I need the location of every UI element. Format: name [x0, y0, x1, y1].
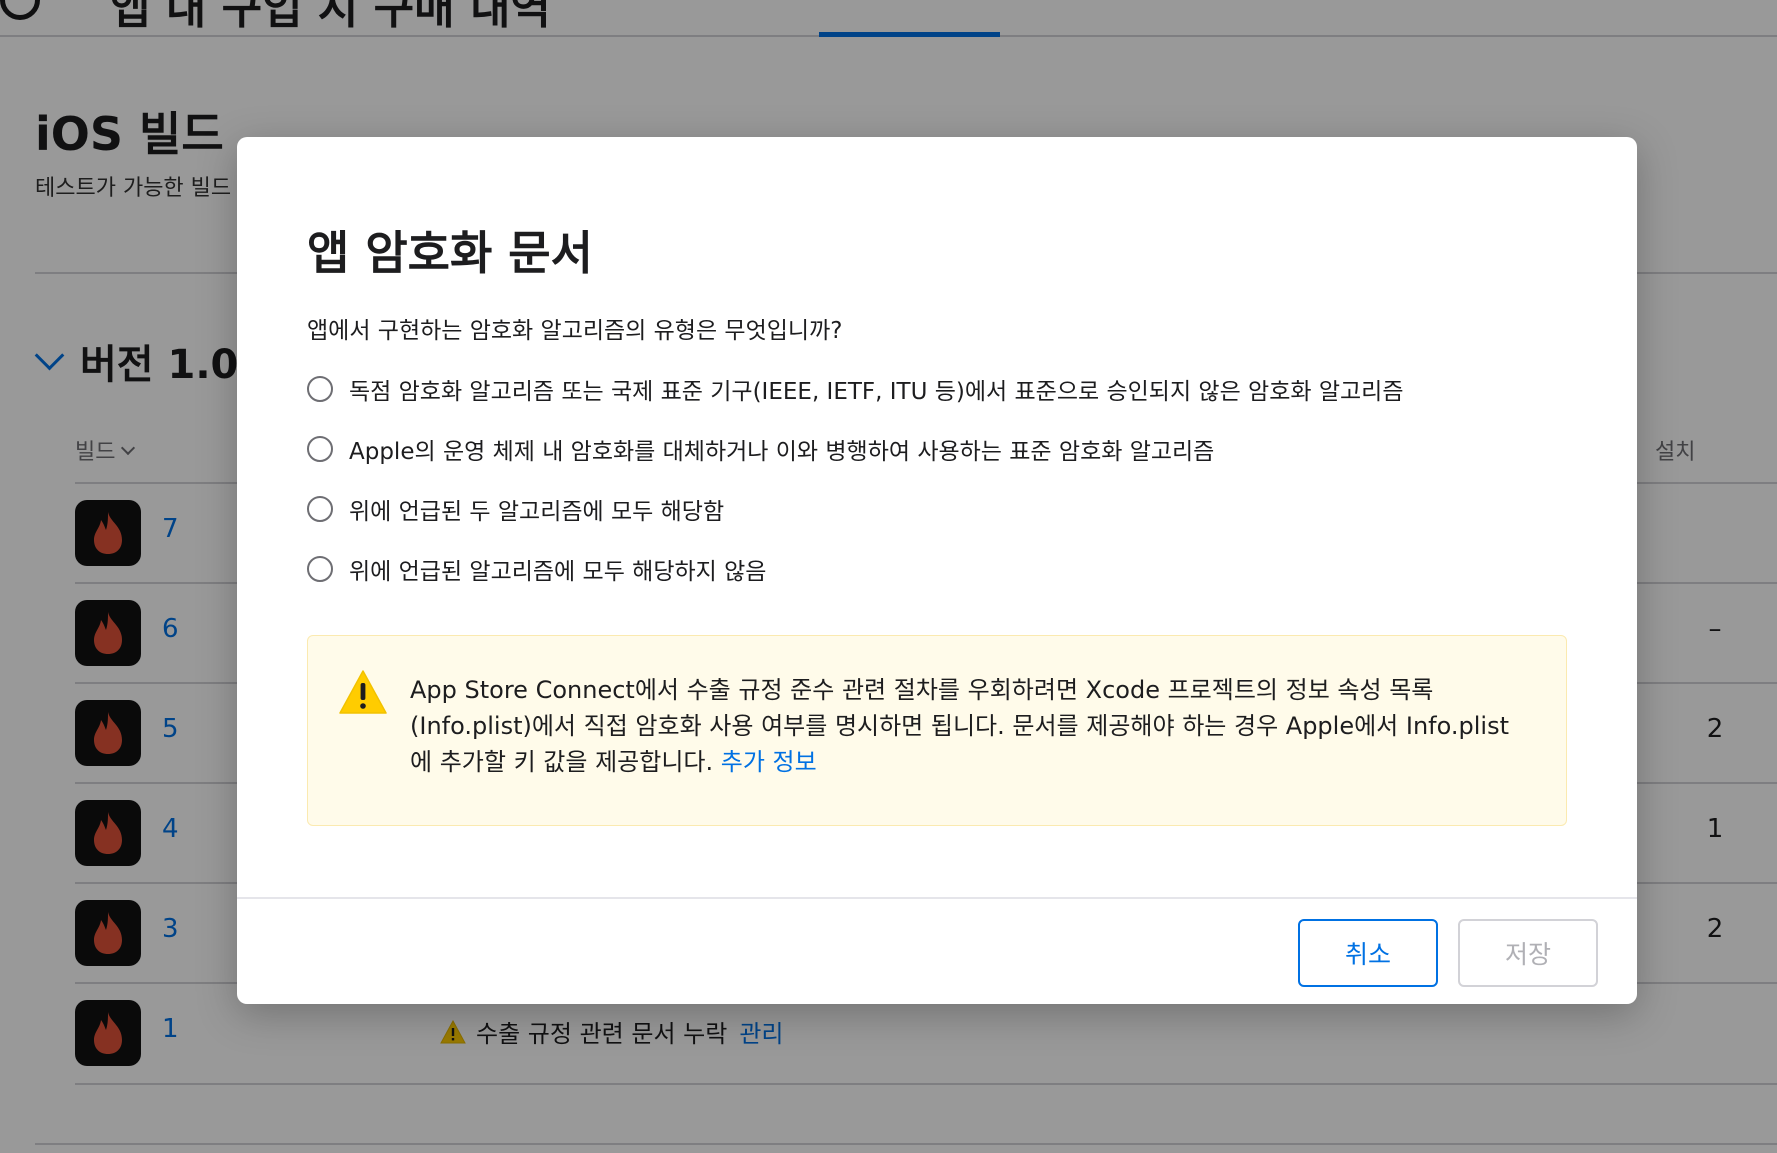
radio-option-proprietary[interactable]: 독점 암호화 알고리즘 또는 국제 표준 기구(IEEE, IETF, ITU …	[307, 372, 1403, 406]
radio-option-label: 위에 언급된 두 알고리즘에 모두 해당함	[349, 499, 725, 525]
notice-line: 에 추가할 키 값을 제공합니다. 추가 정보	[410, 744, 1540, 780]
radio-button[interactable]	[307, 376, 333, 402]
encryption-question: 앱에서 구현하는 암호화 알고리즘의 유형은 무엇입니까?	[307, 318, 843, 344]
save-button[interactable]: 저장	[1458, 919, 1598, 987]
warning-icon	[339, 670, 387, 714]
radio-option-label: 위에 언급된 알고리즘에 모두 해당하지 않음	[349, 559, 767, 585]
dialog-footer-divider	[237, 897, 1637, 899]
radio-button[interactable]	[307, 496, 333, 522]
radio-button[interactable]	[307, 556, 333, 582]
info-notice: App Store Connect에서 수출 규정 준수 관련 절차를 우회하려…	[307, 635, 1567, 826]
radio-option-label: Apple의 운영 체제 내 암호화를 대체하거나 이와 병행하여 사용하는 표…	[349, 439, 1215, 465]
notice-text: App Store Connect에서 수출 규정 준수 관련 절차를 우회하려…	[410, 672, 1540, 780]
radio-option-none[interactable]: 위에 언급된 알고리즘에 모두 해당하지 않음	[307, 552, 766, 586]
radio-button[interactable]	[307, 436, 333, 462]
radio-option-label: 독점 암호화 알고리즘 또는 국제 표준 기구(IEEE, IETF, ITU …	[349, 379, 1404, 405]
cancel-button[interactable]: 취소	[1298, 919, 1438, 987]
radio-option-both[interactable]: 위에 언급된 두 알고리즘에 모두 해당함	[307, 492, 724, 526]
notice-line: App Store Connect에서 수출 규정 준수 관련 절차를 우회하려…	[410, 676, 1434, 704]
radio-option-standard[interactable]: Apple의 운영 체제 내 암호화를 대체하거나 이와 병행하여 사용하는 표…	[307, 432, 1214, 466]
notice-line: (Info.plist)에서 직접 암호화 사용 여부를 명시하면 됩니다. 문…	[410, 712, 1510, 740]
more-info-link[interactable]: 추가 정보	[721, 748, 817, 776]
dialog-title: 앱 암호화 문서	[307, 226, 593, 280]
encryption-documentation-dialog: 앱 암호화 문서 앱에서 구현하는 암호화 알고리즘의 유형은 무엇입니까? 독…	[237, 137, 1637, 1004]
notice-line-text: 에 추가할 키 값을 제공합니다.	[410, 748, 714, 776]
